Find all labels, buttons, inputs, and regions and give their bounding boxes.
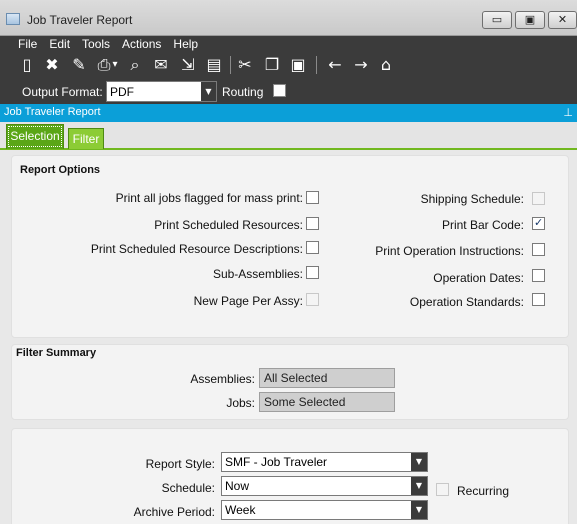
menu-bar: File Edit Tools Actions Help	[12, 36, 204, 54]
menu-actions[interactable]: Actions	[116, 37, 167, 54]
filter-summary-group: Filter Summary Assemblies: All Selected …	[11, 344, 569, 420]
report-options-title: Report Options	[20, 164, 101, 176]
scheduled-resources-label: Print Scheduled Resources:	[154, 218, 303, 232]
forward-icon[interactable]: →	[351, 55, 371, 75]
sub-assemblies-checkbox[interactable]	[306, 266, 319, 279]
schedule-value: Now	[225, 479, 250, 493]
output-format-select[interactable]: PDF ▼	[106, 81, 217, 102]
app-icon	[6, 13, 20, 25]
report-style-label: Report Style:	[145, 457, 215, 471]
shipping-schedule-checkbox	[532, 192, 545, 205]
title-bar: Job Traveler Report ▭ ▣ ✕	[0, 0, 577, 36]
toolbar-separator	[230, 56, 231, 74]
print-operation-instructions-checkbox[interactable]	[532, 243, 545, 256]
maximize-button[interactable]: ▣	[515, 11, 545, 29]
report-style-value: SMF - Job Traveler	[225, 455, 328, 469]
filter-summary-title: Filter Summary	[16, 347, 97, 359]
schedule-select[interactable]: Now ▼	[221, 476, 428, 496]
toolbar-separator	[316, 56, 317, 74]
recurring-checkbox	[436, 483, 449, 496]
assemblies-field[interactable]: All Selected	[259, 368, 395, 388]
delete-icon[interactable]: ✖	[42, 55, 62, 75]
chevron-down-icon[interactable]: ▼	[201, 82, 216, 101]
operation-standards-label: Operation Standards:	[409, 295, 524, 309]
report-options-group: Report Options Print all jobs flagged fo…	[11, 155, 569, 338]
tab-strip: Selection Filter	[0, 122, 577, 150]
output-format-row: Output Format: PDF ▼ Routing	[0, 81, 577, 103]
clear-icon[interactable]: ✎	[69, 55, 89, 75]
new-page-per-assy-checkbox	[306, 293, 319, 306]
back-icon[interactable]: ←	[325, 55, 345, 75]
print-operation-instructions-label: Print Operation Instructions:	[375, 244, 524, 258]
panel-header: Job Traveler Report ⊥	[0, 104, 577, 122]
archive-period-label: Archive Period:	[133, 505, 215, 519]
submit-icon[interactable]: ⇲	[178, 55, 198, 75]
copy-icon[interactable]: ❐	[262, 55, 282, 75]
operation-dates-checkbox[interactable]	[532, 269, 545, 282]
selection-content: Report Options Print all jobs flagged fo…	[0, 150, 577, 524]
archive-period-value: Week	[225, 503, 256, 517]
chevron-down-icon[interactable]: ▼	[411, 453, 427, 471]
mass-print-label: Print all jobs flagged for mass print:	[115, 191, 303, 205]
jobs-field[interactable]: Some Selected	[259, 392, 395, 412]
output-format-label: Output Format:	[22, 85, 103, 99]
new-icon[interactable]: ▯	[17, 55, 37, 75]
routing-checkbox[interactable]	[273, 84, 286, 97]
home-icon[interactable]: ⌂	[376, 55, 396, 75]
tab-selection[interactable]: Selection	[6, 124, 64, 149]
scheduled-resource-descriptions-checkbox[interactable]	[306, 241, 319, 254]
cut-icon[interactable]: ✂	[235, 55, 255, 75]
toolbar: ▯ ✖ ✎ ⎙ ▾ ⌕ ✉ ⇲ ▤ ✂ ❐ ▣ ← → ⌂	[14, 53, 574, 77]
jobs-label: Jobs:	[226, 396, 255, 410]
pin-icon[interactable]: ⊥	[563, 106, 573, 119]
operation-dates-label: Operation Dates:	[433, 271, 524, 285]
paste-icon[interactable]: ▣	[288, 55, 308, 75]
menu-tools[interactable]: Tools	[76, 37, 116, 54]
print-dropdown-icon[interactable]: ▾	[110, 55, 120, 75]
new-page-per-assy-label: New Page Per Assy:	[193, 294, 303, 308]
menu-help[interactable]: Help	[167, 37, 204, 54]
chevron-down-icon[interactable]: ▼	[411, 501, 427, 519]
chevron-down-icon[interactable]: ▼	[411, 477, 427, 495]
scheduled-resources-checkbox[interactable]	[306, 217, 319, 230]
tab-filter[interactable]: Filter	[68, 128, 104, 149]
panel-title: Job Traveler Report	[4, 106, 101, 118]
assemblies-label: Assemblies:	[190, 372, 255, 386]
print-bar-code-checkbox[interactable]	[532, 216, 545, 230]
email-icon[interactable]: ✉	[151, 55, 171, 75]
recurring-label: Recurring	[457, 484, 510, 498]
report-style-select[interactable]: SMF - Job Traveler ▼	[221, 452, 428, 472]
schedule-icon[interactable]: ▤	[204, 55, 224, 75]
menu-file[interactable]: File	[12, 37, 43, 54]
close-button[interactable]: ✕	[548, 11, 577, 29]
scheduled-resource-descriptions-label: Print Scheduled Resource Descriptions:	[90, 242, 303, 256]
routing-label: Routing	[222, 85, 264, 99]
archive-period-select[interactable]: Week ▼	[221, 500, 428, 520]
print-preview-icon[interactable]: ⌕	[125, 55, 145, 75]
sub-assemblies-label: Sub-Assemblies:	[212, 267, 303, 281]
window-title: Job Traveler Report	[27, 13, 133, 27]
print-bar-code-label: Print Bar Code:	[441, 218, 524, 232]
mass-print-checkbox[interactable]	[306, 191, 319, 204]
menu-edit[interactable]: Edit	[43, 37, 76, 54]
minimize-button[interactable]: ▭	[482, 11, 512, 29]
schedule-label: Schedule:	[161, 481, 215, 495]
report-settings-group: Report Style: SMF - Job Traveler ▼ Sched…	[11, 428, 569, 524]
output-format-value: PDF	[110, 85, 134, 99]
shipping-schedule-label: Shipping Schedule:	[420, 192, 524, 206]
operation-standards-checkbox[interactable]	[532, 293, 545, 306]
toolbar-area: File Edit Tools Actions Help ▯ ✖ ✎ ⎙ ▾ ⌕…	[0, 36, 577, 104]
